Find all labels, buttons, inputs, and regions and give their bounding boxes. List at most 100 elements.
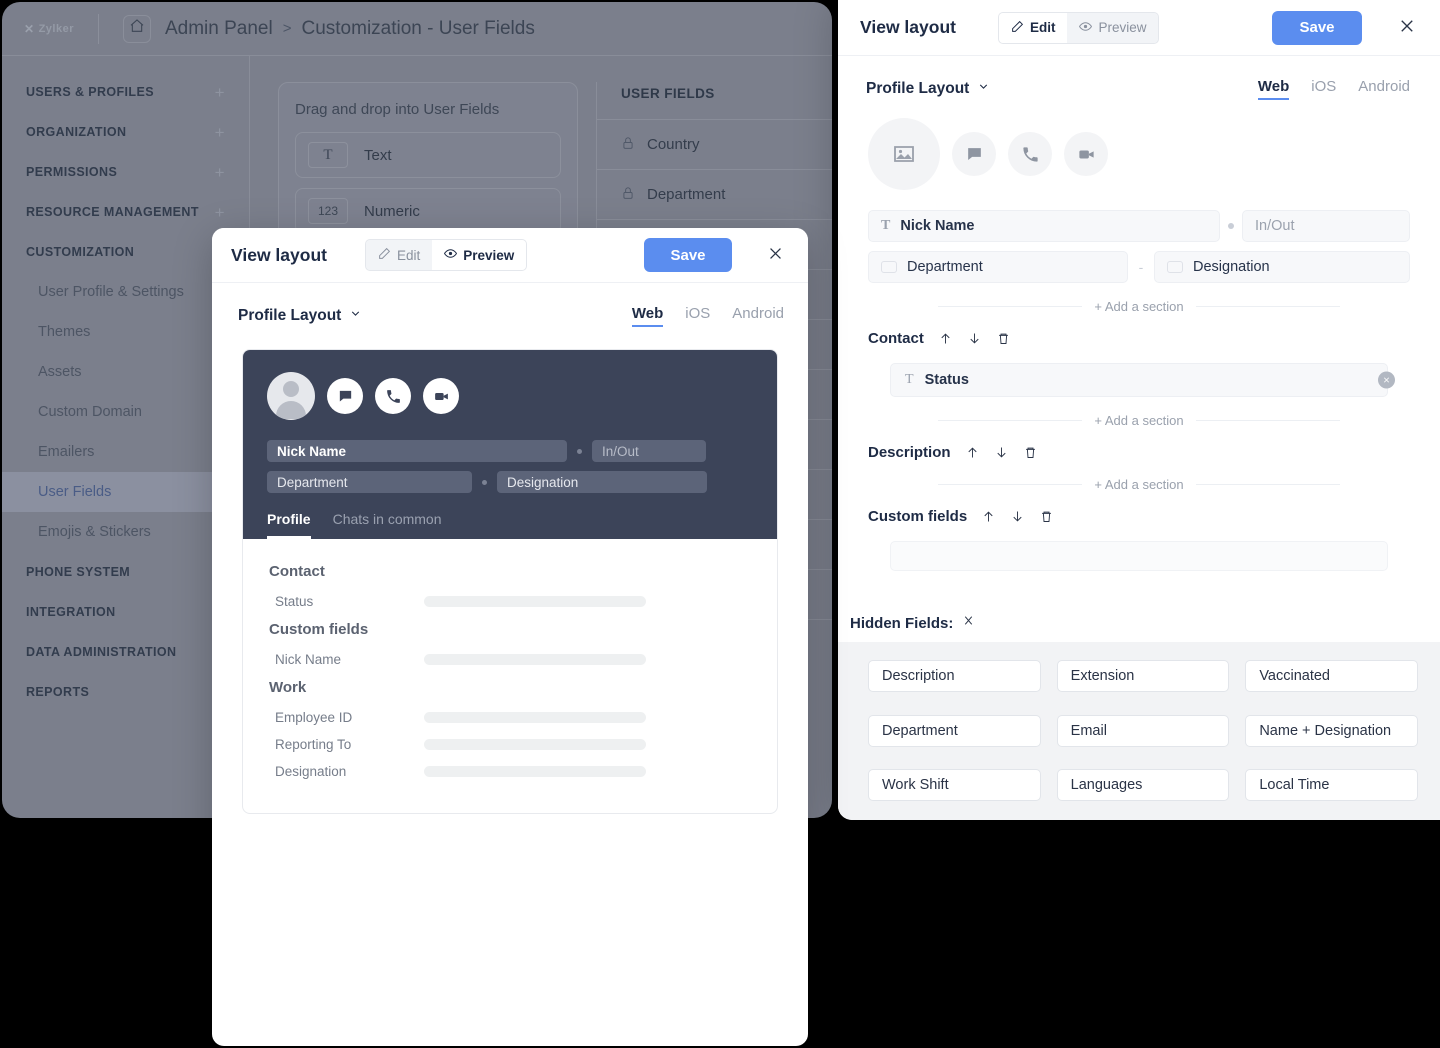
close-dialog-button[interactable] [758,238,792,272]
tab-android[interactable]: Android [1358,78,1410,100]
delete-icon[interactable] [1039,509,1054,524]
tab-ios[interactable]: iOS [685,305,710,327]
plus-icon[interactable]: + [215,164,225,181]
empty-field-slot[interactable] [890,541,1388,571]
phone-icon[interactable] [1008,132,1052,176]
add-section-label[interactable]: + Add a section [1094,413,1183,428]
tab-chats-in-common[interactable]: Chats in common [333,511,442,539]
collapse-icon[interactable] [962,614,975,632]
topbar-divider [97,13,99,44]
dialog-title: View layout [231,244,327,265]
move-up-icon[interactable] [965,445,980,460]
sidebar-group-label: USERS & PROFILES [26,85,154,99]
field-status[interactable]: T Status [890,363,1395,397]
phone-icon[interactable] [375,378,411,414]
hidden-chip[interactable]: Languages [1056,769,1230,802]
field-label: Designation [1193,259,1270,275]
dropdown-type-icon [881,261,897,273]
hidden-chip[interactable]: Work Shift [868,769,1041,802]
sidebar-item-label: User Profile & Settings [38,284,184,300]
sidebar-group-resource-management[interactable]: RESOURCE MANAGEMENT + [2,192,249,232]
delete-icon[interactable] [996,331,1011,346]
breadcrumb-root[interactable]: Admin Panel [165,18,273,40]
hidden-chip[interactable]: Local Time [1245,769,1418,802]
table-row[interactable]: Department [597,169,832,219]
breadcrumb: Admin Panel > Customization - User Field… [165,18,535,40]
remove-field-icon[interactable] [1378,371,1395,389]
tab-profile[interactable]: Profile [267,511,311,539]
preview-field-key: Employee ID [275,710,353,725]
hidden-chip[interactable]: Description [868,660,1041,692]
tab-android[interactable]: Android [732,305,784,327]
hidden-chip[interactable]: Name + Designation [1245,714,1418,747]
profile-card-fields: Nick Name In/Out Department Designation [267,440,753,493]
move-down-icon[interactable] [994,445,1009,460]
add-section-label[interactable]: + Add a section [1094,299,1183,314]
preview-section-heading: Custom fields [269,621,369,638]
preview-field-row: Nick Name [269,652,751,667]
add-section-divider[interactable]: + Add a section [868,477,1410,492]
field-type-text[interactable]: T Text [295,132,561,178]
hidden-chip[interactable]: Email [1056,714,1230,747]
save-button[interactable]: Save [1272,10,1362,45]
tab-preview[interactable]: Preview [1067,12,1159,43]
preview-field-placeholder [424,739,646,750]
preview-field-designation: Designation [497,471,707,493]
save-button[interactable]: Save [644,238,732,272]
sidebar-group-label: PERMISSIONS [26,165,118,179]
tab-edit[interactable]: Edit [998,12,1068,43]
field-nick-name[interactable]: T Nick Name [868,210,1220,242]
close-dialog-button[interactable] [1390,11,1424,45]
image-placeholder-icon[interactable] [868,118,940,190]
move-down-icon[interactable] [967,331,982,346]
preview-field-nick-name: Nick Name [267,440,567,462]
user-field-label: Department [647,186,726,203]
profile-header-icons [868,118,1410,190]
add-section-divider[interactable]: + Add a section [868,299,1410,314]
chat-icon[interactable] [327,378,363,414]
palette-title: Drag and drop into User Fields [295,101,500,118]
user-fields-header: USER FIELDS [621,86,715,101]
delete-icon[interactable] [1023,445,1038,460]
add-section-divider[interactable]: + Add a section [868,413,1410,428]
add-section-label[interactable]: + Add a section [1094,477,1183,492]
move-up-icon[interactable] [938,331,953,346]
avatar-icon [267,372,315,420]
field-department[interactable]: Department [868,251,1128,283]
sidebar-group-permissions[interactable]: PERMISSIONS + [2,152,249,192]
layout-selector-label: Profile Layout [866,80,970,97]
sidebar-group-users-profiles[interactable]: USERS & PROFILES + [2,72,249,112]
sidebar-group-organization[interactable]: ORGANIZATION + [2,112,249,152]
profile-card-tabs: Profile Chats in common [267,511,753,539]
hidden-chip[interactable]: Extension [1056,660,1230,692]
preview-field-row: Employee ID [269,710,751,725]
home-button[interactable] [122,14,151,43]
preview-field-placeholder [424,654,646,665]
field-in-out[interactable]: In/Out [1242,210,1410,242]
preview-dialog-header: View layout Edit Preview Save [212,228,808,283]
plus-icon[interactable]: + [215,124,225,141]
video-icon[interactable] [1064,132,1108,176]
layout-selector[interactable]: Profile Layout [238,307,362,325]
tab-edit[interactable]: Edit [365,240,433,270]
move-down-icon[interactable] [1010,509,1025,524]
plus-icon[interactable]: + [215,204,225,221]
video-icon[interactable] [423,378,459,414]
tab-web[interactable]: Web [631,305,664,327]
chat-icon[interactable] [952,132,996,176]
view-layout-edit-dialog: View layout Edit Preview Save Profile La… [838,0,1440,820]
sidebar-group-label: PHONE SYSTEM [26,565,131,579]
field-designation[interactable]: Designation [1154,251,1410,283]
tab-ios[interactable]: iOS [1311,78,1336,100]
plus-icon[interactable]: + [215,84,225,101]
hidden-chip[interactable]: Department [868,714,1041,747]
tab-preview[interactable]: Preview [432,240,527,270]
platform-tabs: Web iOS Android [631,305,784,327]
table-row[interactable]: Country [597,119,832,169]
layout-selector[interactable]: Profile Layout [866,80,990,98]
tab-web[interactable]: Web [1257,78,1290,100]
preview-field-row: Reporting To [269,737,751,752]
field-type-label: Text [364,146,392,164]
move-up-icon[interactable] [981,509,996,524]
hidden-chip[interactable]: Vaccinated [1245,660,1418,692]
